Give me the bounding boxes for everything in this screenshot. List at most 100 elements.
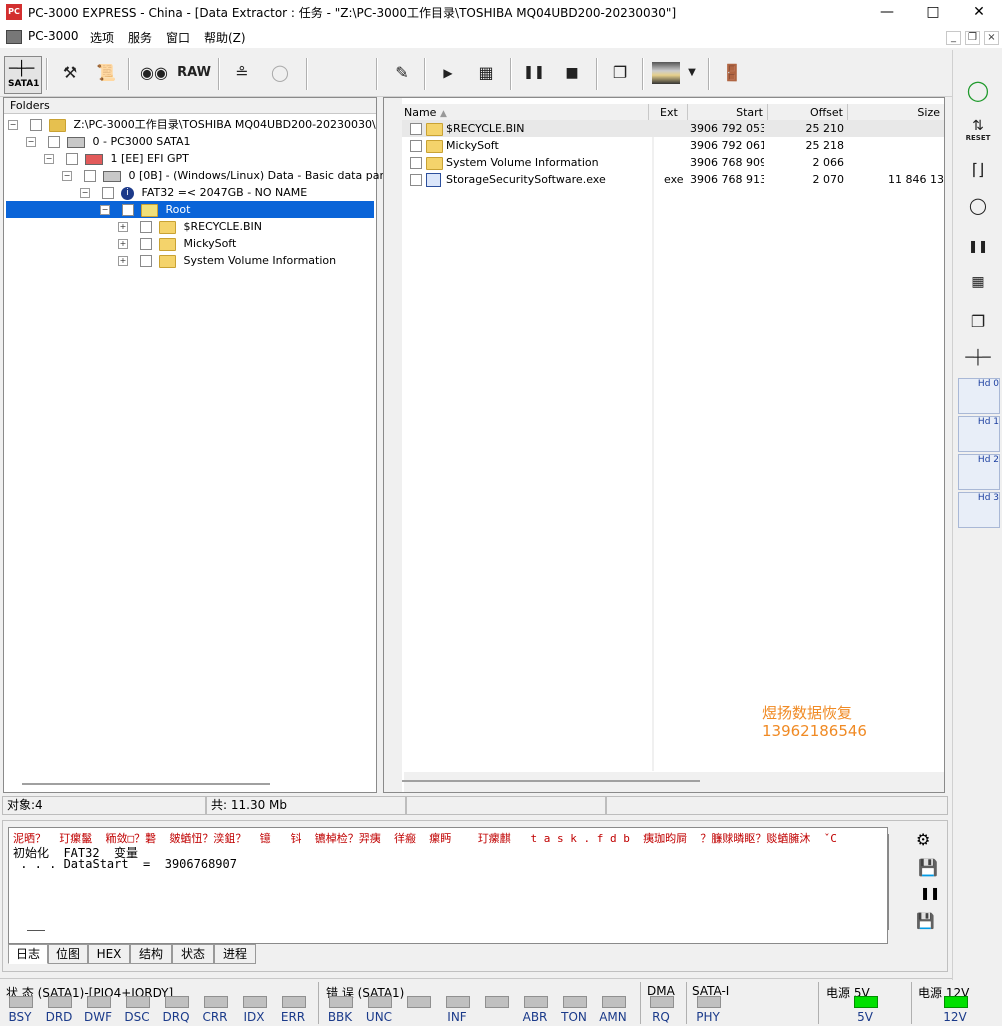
collapse-icon[interactable]: −: [62, 171, 72, 181]
table-row[interactable]: MickySoft 3906 792 061 25 218: [402, 137, 944, 154]
pause-icon[interactable]: ❚❚: [518, 56, 550, 90]
exit-icon[interactable]: 🚪: [716, 56, 748, 90]
tree-item-recycle-bin[interactable]: + $RECYCLE.BIN: [118, 218, 262, 235]
checkbox[interactable]: [139, 255, 152, 267]
tab-process[interactable]: 进程: [214, 944, 256, 964]
chevron-down-icon[interactable]: ▼: [682, 56, 702, 90]
register-icon[interactable]: ▦: [958, 264, 998, 300]
checkbox[interactable]: [29, 119, 42, 131]
tab-log[interactable]: 日志: [8, 944, 48, 964]
database-icon[interactable]: ◯: [958, 72, 998, 108]
power-cycle-icon[interactable]: ◯: [958, 188, 998, 224]
connector-icon[interactable]: ─┼─: [958, 340, 998, 376]
close-button[interactable]: ✕: [956, 0, 1002, 24]
menu-help[interactable]: 帮助(Z): [204, 29, 246, 46]
tab-structure[interactable]: 结构: [130, 944, 172, 964]
tree-item-port[interactable]: − 0 - PC3000 SATA1: [26, 133, 191, 150]
extract-icon[interactable]: ≗: [226, 56, 258, 90]
horizontal-scrollbar[interactable]: [402, 780, 700, 782]
mdi-restore-button[interactable]: ❐: [965, 31, 980, 45]
disk-image-icon[interactable]: ◯: [264, 56, 296, 90]
expand-icon[interactable]: +: [118, 239, 128, 249]
mdi-app-icon[interactable]: [6, 30, 22, 44]
led-label: AMN: [599, 1010, 627, 1024]
hd-0-button[interactable]: Hd 0: [958, 378, 1000, 414]
settings-icon[interactable]: ⚙: [916, 830, 930, 849]
collapse-icon[interactable]: −: [26, 137, 36, 147]
mdi-close-button[interactable]: ×: [984, 31, 999, 45]
tab-bitmap[interactable]: 位图: [48, 944, 88, 964]
tree-item-mickysoft[interactable]: + MickySoft: [118, 235, 236, 252]
table-row[interactable]: System Volume Information 3906 768 909 2…: [402, 154, 944, 171]
tree-item-root[interactable]: − Root: [6, 201, 374, 218]
tab-status[interactable]: 状态: [172, 944, 214, 964]
tree-item-gpt[interactable]: − 1 [EE] EFI GPT: [44, 150, 189, 167]
network-icon[interactable]: ▦: [470, 56, 502, 90]
menu-window[interactable]: 窗口: [166, 29, 190, 46]
horizontal-scrollbar[interactable]: [22, 783, 270, 785]
collapse-icon[interactable]: −: [44, 154, 54, 164]
windows-icon[interactable]: ❐: [604, 56, 636, 90]
open-task-icon[interactable]: ✎: [386, 56, 418, 90]
column-header-name[interactable]: Name ▲: [404, 104, 649, 121]
reset-button[interactable]: ⇅ RESET: [958, 116, 998, 152]
folder-icon: [426, 140, 443, 153]
hd-2-button[interactable]: Hd 2: [958, 454, 1000, 490]
pause-icon[interactable]: ❚❚: [958, 228, 998, 264]
collapse-icon[interactable]: −: [100, 205, 110, 215]
checkbox[interactable]: [139, 238, 152, 250]
menu-service[interactable]: 服务: [128, 29, 152, 46]
checkbox[interactable]: [410, 157, 422, 169]
log-vertical-slider[interactable]: [888, 834, 901, 930]
script-icon[interactable]: 📜: [90, 56, 122, 90]
save-icon[interactable]: 💾: [918, 858, 938, 877]
binoculars-icon[interactable]: ◉◉: [138, 56, 170, 90]
table-row[interactable]: StorageSecuritySoftware.exe exe 3906 768…: [402, 171, 944, 188]
column-header-start[interactable]: Start: [690, 104, 768, 121]
column-header-size[interactable]: Size: [850, 104, 944, 121]
expand-icon[interactable]: +: [118, 222, 128, 232]
minimize-button[interactable]: —: [864, 0, 910, 24]
checkbox[interactable]: [410, 123, 422, 135]
table-row[interactable]: $RECYCLE.BIN 3906 792 053 25 210: [402, 120, 944, 137]
menu-options[interactable]: 选项: [90, 29, 114, 46]
checkbox[interactable]: [121, 204, 134, 216]
hd-label: Hd 3: [977, 493, 999, 503]
tools-icon[interactable]: ⚒: [54, 56, 86, 90]
stop-icon[interactable]: ■: [556, 56, 588, 90]
checkbox[interactable]: [101, 187, 114, 199]
copy-icon[interactable]: ❐: [958, 304, 998, 340]
checkbox[interactable]: [65, 153, 78, 165]
collapse-icon[interactable]: −: [8, 120, 18, 130]
collapse-icon[interactable]: −: [80, 188, 90, 198]
signal-icon[interactable]: ⌈⌋: [958, 152, 998, 188]
tree-item-system-volume-information[interactable]: + System Volume Information: [118, 252, 336, 269]
pause-log-icon[interactable]: ❚❚: [920, 886, 940, 900]
sata-port-button[interactable]: ─┼─ SATA1: [4, 56, 42, 94]
tab-hex[interactable]: HEX: [88, 944, 130, 964]
cell-start: 3906 768 909: [690, 156, 764, 169]
maximize-button[interactable]: □: [910, 0, 956, 24]
hd-1-button[interactable]: Hd 1: [958, 416, 1000, 452]
checkbox[interactable]: [410, 174, 422, 186]
tree-item-task-root[interactable]: − Z:\PC-3000工作目录\TOSHIBA MQ04UBD200-2023…: [8, 116, 376, 133]
mdi-minimize-button[interactable]: _: [946, 31, 961, 45]
cell-size: 11 846 13: [888, 173, 944, 186]
hd-3-button[interactable]: Hd 3: [958, 492, 1000, 528]
tree-item-partition[interactable]: − 0 [0B] - (Windows/Linux) Data - Basic …: [62, 167, 412, 184]
menu-pc3000[interactable]: PC-3000: [28, 29, 78, 43]
status-object-count: 对象:4: [2, 796, 206, 815]
column-header-ext[interactable]: Ext: [650, 104, 688, 121]
checkbox[interactable]: [139, 221, 152, 233]
view-mode-icon[interactable]: [652, 62, 680, 84]
checkbox[interactable]: [83, 170, 96, 182]
checkbox[interactable]: [410, 140, 422, 152]
reset-label: RESET: [965, 134, 991, 142]
play-icon[interactable]: ▶: [432, 56, 464, 90]
column-header-offset[interactable]: Offset: [770, 104, 848, 121]
raw-button[interactable]: RAW: [176, 56, 212, 90]
expand-icon[interactable]: +: [118, 256, 128, 266]
export-icon[interactable]: 💾: [916, 912, 935, 930]
tree-item-filesystem[interactable]: − i FAT32 =< 2047GB - NO NAME: [80, 184, 307, 201]
checkbox[interactable]: [47, 136, 60, 148]
